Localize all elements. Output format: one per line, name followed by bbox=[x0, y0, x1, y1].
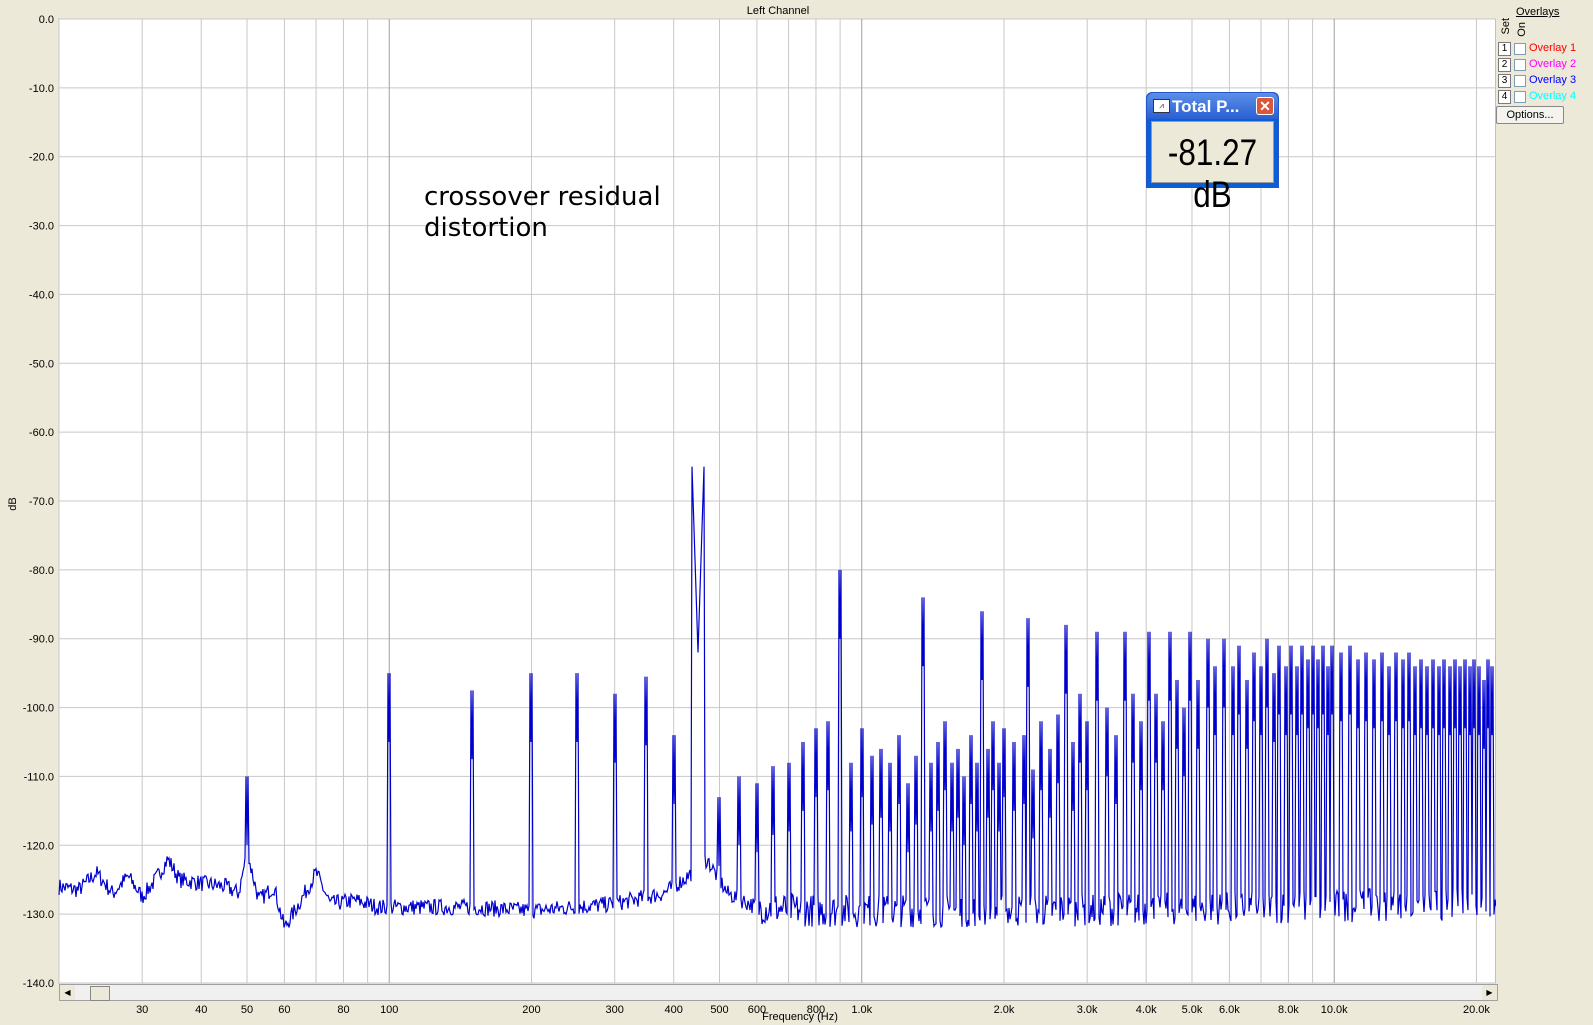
y-axis-label: dB bbox=[7, 497, 19, 510]
x-tick-label: 600 bbox=[748, 1004, 766, 1016]
overlay-name: Overlay 4 bbox=[1529, 90, 1577, 102]
y-tick-label: -100.0 bbox=[23, 703, 54, 715]
x-tick-label: 1.0k bbox=[851, 1004, 872, 1016]
x-tick-label: 50 bbox=[241, 1004, 253, 1016]
x-tick-label: 40 bbox=[195, 1004, 207, 1016]
y-tick-label: -20.0 bbox=[29, 152, 54, 164]
overlays-title[interactable]: Overlays bbox=[1516, 6, 1559, 18]
y-tick-label: -130.0 bbox=[23, 909, 54, 921]
options-button[interactable]: Options... bbox=[1496, 106, 1564, 124]
overlay-row: 3 Overlay 3 bbox=[1498, 74, 1590, 89]
x-tick-label: 500 bbox=[710, 1004, 728, 1016]
overlay-name: Overlay 1 bbox=[1529, 42, 1577, 54]
meter-icon: ⩘ bbox=[1153, 99, 1170, 113]
y-tick-label: -10.0 bbox=[29, 83, 54, 95]
overlay-set-button[interactable]: 4 bbox=[1498, 90, 1511, 104]
overlay-set-button[interactable]: 3 bbox=[1498, 74, 1511, 88]
x-tick-label: 300 bbox=[606, 1004, 624, 1016]
overlay-set-button[interactable]: 1 bbox=[1498, 42, 1511, 56]
chart-title: Left Channel bbox=[747, 5, 809, 17]
y-tick-label: -80.0 bbox=[29, 565, 54, 577]
y-tick-label: -30.0 bbox=[29, 221, 54, 233]
x-tick-label: 5.0k bbox=[1182, 1004, 1203, 1016]
overlay-checkbox[interactable] bbox=[1514, 43, 1526, 55]
x-tick-label: 8.0k bbox=[1278, 1004, 1299, 1016]
readout-title-bar[interactable]: ⩘ Total P... ✕ bbox=[1147, 93, 1278, 119]
y-tick-label: -120.0 bbox=[23, 840, 54, 852]
arrow-right-icon[interactable]: ▶ bbox=[1482, 985, 1497, 1000]
x-tick-label: 80 bbox=[337, 1004, 349, 1016]
x-tick-label: 100 bbox=[380, 1004, 398, 1016]
overlay-name: Overlay 3 bbox=[1529, 74, 1577, 86]
y-tick-label: -90.0 bbox=[29, 634, 54, 646]
overlay-row: 1 Overlay 1 bbox=[1498, 42, 1590, 57]
x-tick-label: 3.0k bbox=[1077, 1004, 1098, 1016]
set-column-label: Set bbox=[1500, 18, 1512, 35]
close-icon[interactable]: ✕ bbox=[1256, 97, 1274, 115]
x-tick-label: 30 bbox=[136, 1004, 148, 1016]
readout-title: Total P... bbox=[1172, 97, 1240, 116]
overlay-row: 2 Overlay 2 bbox=[1498, 58, 1590, 73]
horizontal-scrollbar[interactable]: ◀ ▶ bbox=[59, 984, 1498, 1001]
annotation-line-1: crossover residual bbox=[424, 182, 661, 212]
scroll-thumb[interactable] bbox=[90, 986, 110, 1001]
y-tick-label: -140.0 bbox=[23, 978, 54, 990]
x-tick-label: 4.0k bbox=[1136, 1004, 1157, 1016]
y-tick-label: 0.0 bbox=[39, 14, 54, 26]
x-tick-label: 200 bbox=[522, 1004, 540, 1016]
overlay-checkbox[interactable] bbox=[1514, 91, 1526, 103]
readout-body: -81.27 dB bbox=[1151, 121, 1274, 215]
annotation-line-2: distortion bbox=[424, 213, 548, 243]
overlay-checkbox[interactable] bbox=[1514, 75, 1526, 87]
x-tick-label: 400 bbox=[665, 1004, 683, 1016]
x-tick-label: 20.0k bbox=[1463, 1004, 1490, 1016]
overlay-row: 4 Overlay 4 bbox=[1498, 90, 1590, 105]
arrow-left-icon[interactable]: ◀ bbox=[60, 985, 75, 1000]
overlays-panel: Overlays Set On 1 Overlay 1 2 Overlay 2 3 Ove… bbox=[1492, 4, 1590, 144]
x-tick-label: 800 bbox=[807, 1004, 825, 1016]
y-tick-labels: 0.0 -10.0 -20.0 -30.0 -40.0 -50.0 -60.0 -70.0 -8… bbox=[23, 14, 54, 990]
overlay-set-button[interactable]: 2 bbox=[1498, 58, 1511, 72]
total-power-readout-window[interactable]: ⩘ Total P... ✕ -81.27 dB bbox=[1146, 92, 1279, 215]
x-tick-label: 2.0k bbox=[994, 1004, 1015, 1016]
overlay-checkbox[interactable] bbox=[1514, 59, 1526, 71]
y-tick-label: -60.0 bbox=[29, 427, 54, 439]
x-tick-label: 10.0k bbox=[1321, 1004, 1348, 1016]
on-column-label: On bbox=[1516, 22, 1528, 37]
x-tick-labels: 30 40 50 60 80 100 200 300 400 500 600 800 1.0k 2.0k 3… bbox=[136, 1004, 1490, 1016]
readout-value: -81.27 dB bbox=[1167, 132, 1258, 215]
y-tick-label: -40.0 bbox=[29, 289, 54, 301]
overlay-name: Overlay 2 bbox=[1529, 58, 1577, 70]
x-tick-label: 60 bbox=[278, 1004, 290, 1016]
y-tick-label: -70.0 bbox=[29, 496, 54, 508]
x-tick-label: 6.0k bbox=[1219, 1004, 1240, 1016]
y-tick-label: -50.0 bbox=[29, 358, 54, 370]
x-axis-label: Frequency (Hz) bbox=[762, 1011, 838, 1023]
y-tick-label: -110.0 bbox=[24, 771, 54, 783]
